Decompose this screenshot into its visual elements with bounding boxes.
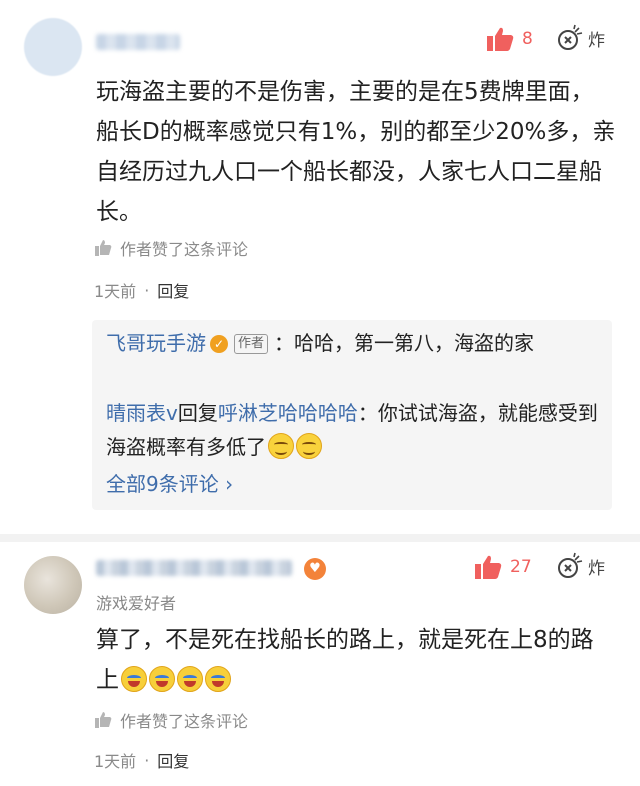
comment-text: 算了，不是死在找船长的路上，就是死在上8的路上 xyxy=(96,620,616,700)
reply-author[interactable]: 晴雨表v xyxy=(106,401,178,425)
grin-emoji xyxy=(268,433,294,459)
author-liked-text: 作者赞了这条评论 xyxy=(120,712,249,731)
laugh-cry-emoji xyxy=(177,666,203,692)
username-blurred[interactable] xyxy=(96,560,292,576)
comment-text: 玩海盗主要的不是伤害，主要的是在5费牌里面，船长D的概率感觉只有1%，别的都至少… xyxy=(96,79,616,225)
comment-divider xyxy=(0,534,640,542)
verified-icon: ✓ xyxy=(210,335,228,353)
boom-icon xyxy=(558,24,583,50)
timestamp: 1天前 xyxy=(94,282,137,301)
author-liked-row: 作者赞了这条评论 xyxy=(94,708,248,732)
separator-dot: · xyxy=(144,280,150,300)
avatar[interactable] xyxy=(24,556,82,614)
timestamp: 1天前 xyxy=(94,752,137,771)
meta-row: 1天前 · 回复 xyxy=(94,748,189,772)
thumb-small-icon xyxy=(95,240,112,256)
thumb-small-icon xyxy=(95,712,112,728)
like-count: 8 xyxy=(522,29,533,49)
reply-button[interactable]: 回复 xyxy=(157,278,189,302)
reply-target[interactable]: 呼淋芝哈哈哈哈 xyxy=(218,401,358,425)
author-liked-text: 作者赞了这条评论 xyxy=(120,240,249,259)
comment-1: 8 炸 玩海盗主要的不是伤害，主要的是在5费牌里面，船长D的概率感觉只有1%，别… xyxy=(0,0,640,530)
reply-thread: 飞哥玩手游 ✓ 作者 ：哈哈，第一第八，海盗的家 晴雨表v回复呼淋芝哈哈哈哈：你试试海… xyxy=(92,320,612,510)
all-replies-link[interactable]: 全部9条评论 › xyxy=(106,468,233,497)
username-blurred[interactable] xyxy=(96,34,180,50)
laugh-cry-emoji xyxy=(149,666,175,692)
thumb-up-icon xyxy=(475,555,502,579)
reply-text: 哈哈，第一第八，海盗的家 xyxy=(294,331,535,355)
reply-separator: ： xyxy=(274,331,295,355)
boom-label: 炸 xyxy=(588,558,605,579)
like-button[interactable]: 8 xyxy=(486,26,533,52)
reply-1: 飞哥玩手游 ✓ 作者 ：哈哈，第一第八，海盗的家 xyxy=(106,326,606,360)
author-liked-row: 作者赞了这条评论 xyxy=(94,236,248,260)
user-tag: 游戏爱好者 xyxy=(96,594,177,613)
boom-label: 炸 xyxy=(588,30,605,51)
like-count: 27 xyxy=(510,557,532,577)
meta-row: 1天前 · 回复 xyxy=(94,278,189,302)
separator-dot: · xyxy=(144,750,150,770)
medal-icon: ♥ xyxy=(304,558,326,580)
reply-separator: ： xyxy=(357,401,378,425)
reply-2: 晴雨表v回复呼淋芝哈哈哈哈：你试试海盗，就能感受到海盗概率有多低了 xyxy=(106,396,606,464)
author-tag: 作者 xyxy=(234,334,269,354)
like-button[interactable]: 27 xyxy=(474,554,532,580)
boom-button[interactable]: 炸 xyxy=(556,552,605,580)
grin-emoji xyxy=(296,433,322,459)
laugh-cry-emoji xyxy=(121,666,147,692)
boom-icon xyxy=(558,552,583,578)
laugh-cry-emoji xyxy=(205,666,231,692)
reply-button[interactable]: 回复 xyxy=(157,748,189,772)
avatar[interactable] xyxy=(24,18,82,76)
thumb-up-icon xyxy=(487,27,514,51)
reply-author[interactable]: 飞哥玩手游 xyxy=(106,331,206,355)
reply-verb: 回复 xyxy=(177,401,218,425)
boom-button[interactable]: 炸 xyxy=(556,24,605,52)
